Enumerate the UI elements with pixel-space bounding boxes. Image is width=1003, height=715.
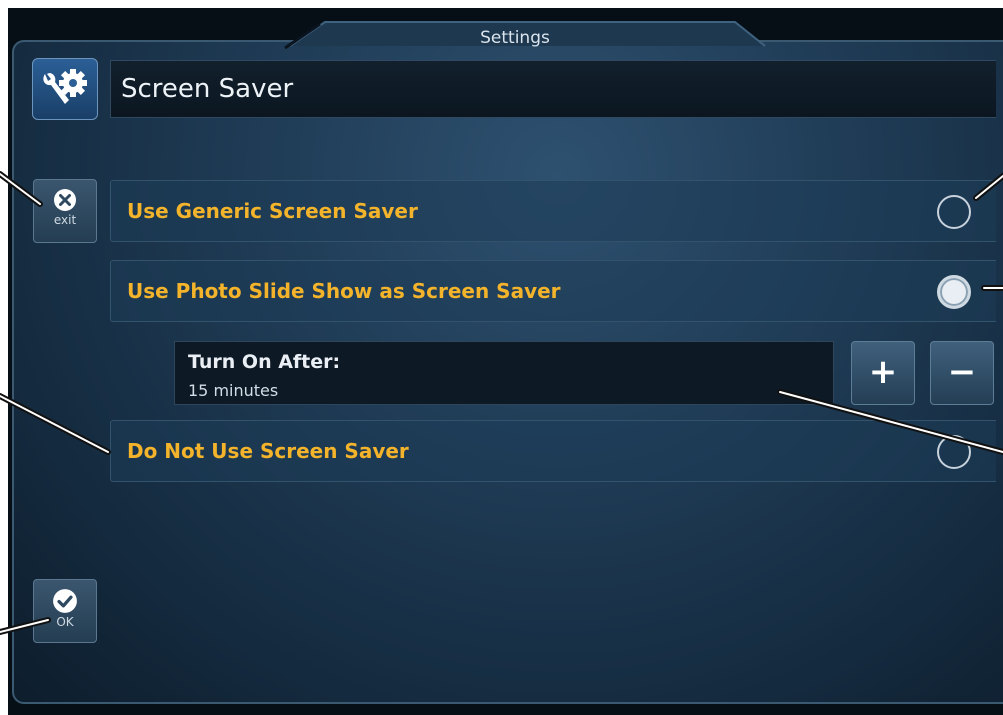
callout-lines <box>0 171 1003 635</box>
